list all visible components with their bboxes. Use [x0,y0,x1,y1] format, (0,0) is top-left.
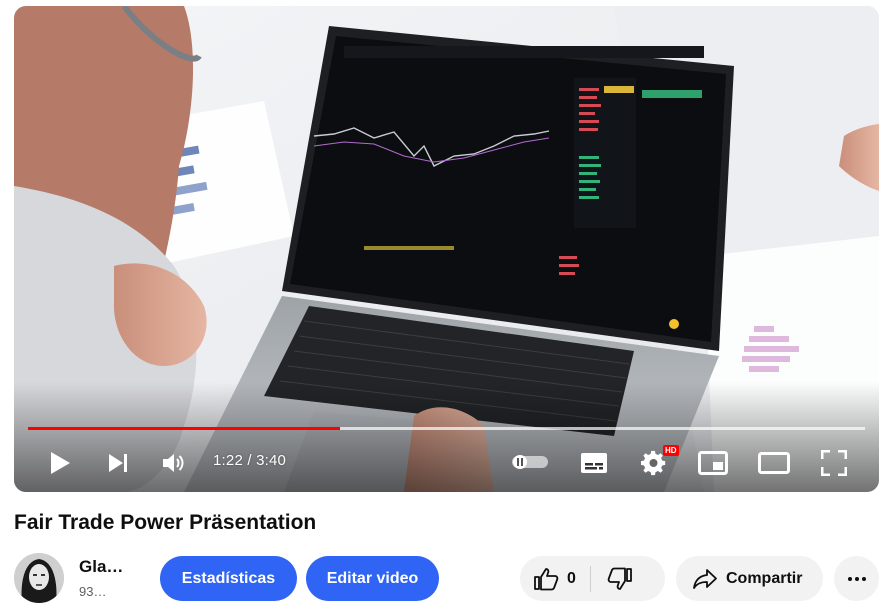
next-icon [109,454,127,472]
miniplayer-icon [698,451,728,475]
progress-played [28,427,340,430]
edit-video-button[interactable]: Editar video [306,556,439,601]
dislike-button[interactable] [591,556,649,601]
autoplay-toggle-icon [512,455,548,469]
share-button[interactable]: Compartir [676,556,823,601]
thumbs-down-icon [607,567,632,590]
miniplayer-button[interactable] [696,447,730,479]
progress-bar[interactable] [28,427,865,430]
hd-badge: HD [663,445,679,456]
thumbs-up-icon [534,567,559,590]
fullscreen-icon [821,450,847,476]
controls-gradient [14,382,879,492]
fullscreen-button[interactable] [818,447,850,479]
video-title: Fair Trade Power Präsentation [14,511,317,534]
share-icon [693,568,717,589]
more-horizontal-icon [847,576,866,581]
stats-button[interactable]: Estadísticas [160,556,297,601]
like-count: 0 [567,569,576,587]
autoplay-toggle[interactable] [510,451,550,473]
more-actions-button[interactable] [834,556,879,601]
play-button[interactable] [44,447,76,479]
like-button[interactable]: 0 [520,556,576,601]
volume-button[interactable] [158,447,190,479]
avatar[interactable] [14,553,64,603]
subtitles-button[interactable] [577,447,611,479]
next-button[interactable] [102,447,134,479]
video-player[interactable]: 1:22 / 3:40 HD [14,6,879,492]
like-dislike-group: 0 [520,556,665,601]
channel-name[interactable]: Gla… [79,557,123,577]
time-display: 1:22 / 3:40 [213,452,287,469]
theater-mode-icon [758,452,790,474]
theater-mode-button[interactable] [756,447,792,479]
volume-icon [163,454,184,472]
share-label: Compartir [726,569,803,587]
play-icon [51,452,70,474]
subtitles-icon [581,453,607,473]
subscriber-count: 93… [79,584,107,599]
channel-avatar-image [14,553,64,603]
